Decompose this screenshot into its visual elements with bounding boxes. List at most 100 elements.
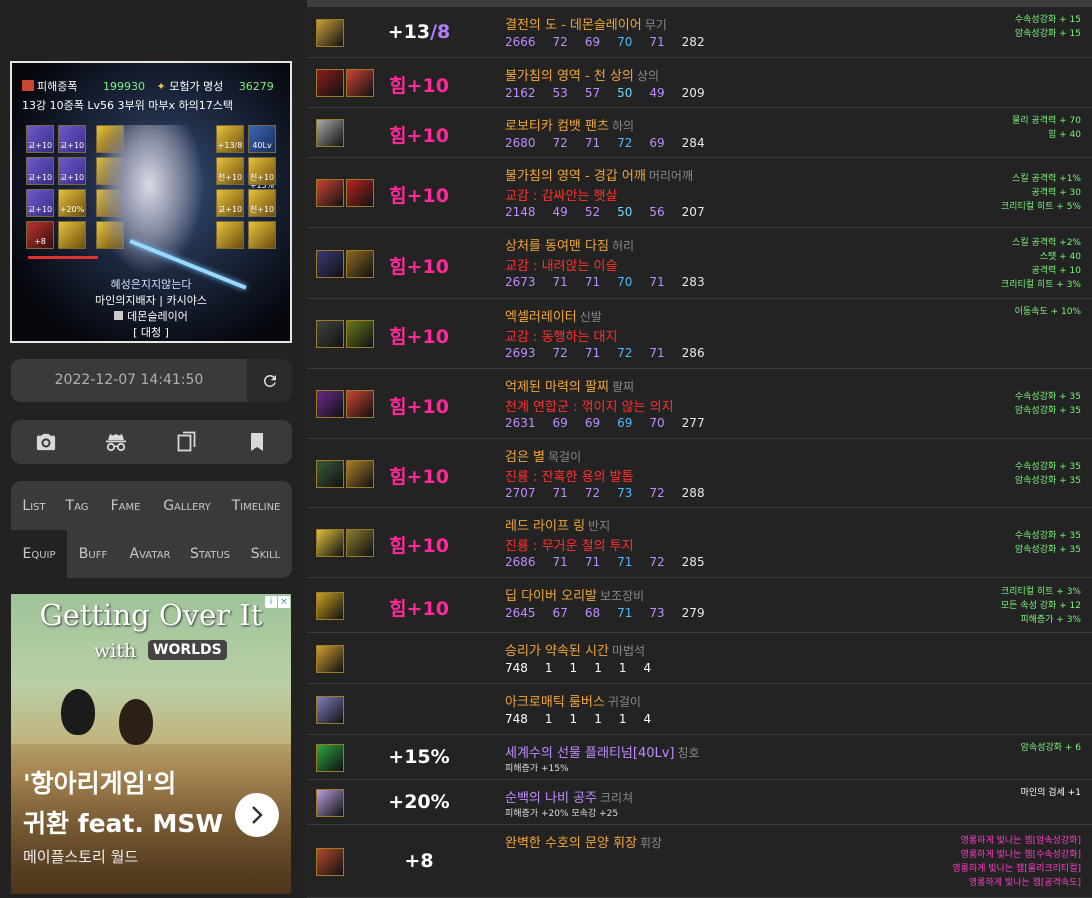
item-name[interactable]: 엑셀러레이터 (505, 310, 577, 325)
item-stats: 2645 67 68 71 73 279 (505, 606, 722, 620)
character-slot[interactable]: 진+10 (248, 157, 276, 185)
character-slot[interactable] (248, 221, 276, 249)
item-name-line[interactable]: 레드 라이프 링 반지 (505, 515, 610, 534)
item-stat-value: 70 (617, 35, 633, 49)
equip-row[interactable]: 승리가 약속된 시간 마법석 748 1 1 1 1 4 (307, 633, 1092, 684)
refresh-button[interactable] (247, 359, 292, 402)
tab-gallery[interactable]: Gallery (154, 482, 220, 530)
character-slot[interactable] (216, 221, 244, 249)
equip-row[interactable]: 아크로매틱 룸버스 귀걸이 748 1 1 1 1 4 (307, 684, 1092, 735)
character-slot[interactable]: 진+10 (248, 189, 276, 217)
tab-tag[interactable]: Tag (57, 482, 97, 530)
character-slot[interactable]: +20% (58, 189, 86, 217)
equip-row[interactable]: 힘+10 로보티카 컴뱃 팬츠 하의 2680 72 71 72 69 284 물리 공격력 + … (307, 108, 1092, 158)
character-slot[interactable]: 교+10 (216, 189, 244, 217)
item-name[interactable]: 완벽한 수호의 문양 휘장 (505, 836, 637, 851)
copy-button[interactable] (152, 420, 222, 464)
item-name[interactable]: 불가침의 영역 - 천 상의 (505, 69, 634, 84)
equip-row[interactable]: 힘+10 레드 라이프 링 반지 진룡 : 무거운 철의 투지 2686 71 71 71 72… (307, 508, 1092, 578)
equip-row[interactable]: 힘+10 불가침의 영역 - 천 상의 상의 2162 53 57 50 49 209 (307, 58, 1092, 108)
character-slot[interactable]: 교+10 (26, 125, 54, 153)
equip-row[interactable]: +20% 순백의 나비 공주 크리쳐 피해증가 +20% 모속강 +25 마인의 검세 … (307, 780, 1092, 825)
tab-timeline[interactable]: Timeline (220, 482, 292, 530)
character-slot[interactable]: 교+10 (26, 157, 54, 185)
item-type: 귀걸이 (607, 695, 641, 709)
incognito-button[interactable] (81, 420, 151, 464)
ad-info-icon[interactable]: i (265, 596, 277, 608)
item-name[interactable]: 검은 별 (505, 450, 545, 465)
item-name-line[interactable]: 완벽한 수호의 문양 휘장 휘장 (505, 832, 662, 851)
item-name-line[interactable]: 엑셀러레이터 신발 (505, 306, 602, 325)
character-slot[interactable]: +13/8 (216, 125, 244, 153)
camera-button[interactable] (11, 420, 81, 464)
equip-row[interactable]: +13/8 결전의 도 - 데몬슬레이어 무기 2666 72 69 70 71 282 수속성강… (307, 7, 1092, 58)
item-bonus-option: 수속성강화 + 35 (1014, 531, 1081, 541)
advertisement[interactable]: Getting Over It with WORLDS '항아리게임'의 귀환 … (11, 594, 291, 894)
equip-row[interactable]: 힘+10 상처를 동여맨 다짐 허리 교감 : 내려앉는 이슬 2673 71 71 70 71… (307, 228, 1092, 299)
item-name[interactable]: 레드 라이프 링 (505, 519, 585, 534)
tab-avatar[interactable]: Avatar (119, 530, 181, 578)
item-type: 신발 (579, 310, 602, 324)
item-icon (316, 789, 344, 817)
item-name[interactable]: 세계수의 선물 플래티넘 (505, 746, 633, 761)
character-slot[interactable] (58, 221, 86, 249)
ad-pot-figure-2 (119, 699, 153, 745)
refresh-icon (263, 374, 276, 387)
item-name[interactable]: 상처를 동여맨 다짐 (505, 239, 609, 254)
character-slot[interactable]: +8 (26, 221, 54, 249)
tab-status[interactable]: Status (181, 530, 239, 578)
item-name-line[interactable]: 승리가 약속된 시간 마법석 (505, 640, 645, 659)
item-name-line[interactable]: 불가침의 영역 - 천 상의 상의 (505, 65, 659, 84)
item-name[interactable]: 결전의 도 - 데몬슬레이어 (505, 18, 642, 33)
character-summary: 13강 10증폭 Lv56 3부위 마부x 하의17스택 (22, 99, 233, 112)
bookmark-button[interactable] (222, 420, 292, 464)
item-name[interactable]: 불가침의 영역 - 경갑 어깨 (505, 169, 646, 184)
item-stat-value: 71 (649, 275, 665, 289)
equip-row[interactable]: 힘+10 검은 별 목걸이 진룡 : 잔혹한 용의 발톱 2707 71 72 73 72 288… (307, 439, 1092, 508)
fame-value: 36279 (238, 80, 274, 93)
item-name[interactable]: 승리가 약속된 시간 (505, 644, 609, 659)
tab-buff[interactable]: Buff (67, 530, 119, 578)
item-name[interactable]: 억제된 마력의 팔찌 (505, 380, 609, 395)
equip-row[interactable]: 힘+10 불가침의 영역 - 경갑 어깨 머리어깨 교감 : 감싸안는 햇살 2148 4… (307, 158, 1092, 228)
item-bonus-options: 크리티컬 히트 + 3% 모든 속성 강화 + 12 피해증가 + 3% (1001, 585, 1081, 627)
item-name-line[interactable]: 억제된 마력의 팔찌 팔찌 (505, 376, 634, 395)
ad-close-icon[interactable]: × (278, 596, 290, 608)
item-type: 팔찌 (611, 380, 635, 394)
table-top-strip (307, 0, 1092, 7)
item-name-line[interactable]: 불가침의 영역 - 경갑 어깨 머리어깨 (505, 165, 693, 184)
item-name-line[interactable]: 순백의 나비 공주 크리쳐 (505, 787, 633, 806)
item-name-line[interactable]: 결전의 도 - 데몬슬레이어 무기 (505, 14, 667, 33)
character-slot[interactable]: 천+10 (216, 157, 244, 185)
item-bonus: +20% (388, 791, 450, 813)
tab-equip[interactable]: Equip (11, 530, 67, 578)
item-bonus-option: 마인의 검세 +1 (1020, 788, 1081, 798)
tab-list[interactable]: List (11, 482, 57, 530)
character-slot[interactable]: 40Lv +15% (248, 125, 276, 190)
item-name[interactable]: 순백의 나비 공주 (505, 791, 597, 806)
tab-skill[interactable]: Skill (239, 530, 292, 578)
ad-next-button[interactable] (235, 793, 279, 837)
item-set-option: 진룡 : 무거운 철의 투지 (505, 539, 634, 554)
item-enhance: 힘+10 (369, 252, 469, 279)
item-name[interactable]: 로보티카 컴뱃 팬츠 (505, 119, 609, 134)
tab-fame[interactable]: Fame (97, 482, 154, 530)
character-card[interactable]: 피해증폭 199930 ✦ 모험가 명성 36279 13강 10증폭 Lv56… (10, 61, 292, 343)
item-stats: 2680 72 71 72 69 284 (505, 136, 722, 150)
equip-row[interactable]: 힘+10 딥 다이버 오리발 보조장비 2645 67 68 71 73 279 크리티컬 히트 … (307, 578, 1092, 633)
character-slot[interactable]: 교+10 (58, 157, 86, 185)
equip-row[interactable]: 힘+10 억제된 마력의 팔찌 팔찌 천계 연합군 : 꺾이지 않는 의지 2631 69… (307, 369, 1092, 439)
item-name-line[interactable]: 딥 다이버 오리발 보조장비 (505, 585, 644, 604)
equip-row[interactable]: +8 완벽한 수호의 문양 휘장 휘장 영롱하게 빛나는 젬[암속성강화] 영롱하게 빛… (307, 825, 1092, 898)
character-slot[interactable]: 교+10 (26, 189, 54, 217)
equip-row[interactable]: +15% 세계수의 선물 플래티넘[40Lv] 칭호 피해증가 +15% 암속성강화 +… (307, 735, 1092, 780)
item-name-line[interactable]: 검은 별 목걸이 (505, 446, 581, 465)
item-name-line[interactable]: 세계수의 선물 플래티넘[40Lv] 칭호 (505, 742, 700, 761)
item-name-line[interactable]: 상처를 동여맨 다짐 허리 (505, 235, 634, 254)
item-name[interactable]: 딥 다이버 오리발 (505, 589, 597, 604)
character-slot[interactable]: 교+10 (58, 125, 86, 153)
item-name[interactable]: 아크로매틱 룸버스 (505, 695, 605, 710)
item-name-line[interactable]: 로보티카 컴뱃 팬츠 하의 (505, 115, 634, 134)
item-name-line[interactable]: 아크로매틱 룸버스 귀걸이 (505, 691, 641, 710)
equip-row[interactable]: 힘+10 엑셀러레이터 신발 교감 : 동행하는 대지 2693 72 71 72 71 286 이… (307, 299, 1092, 369)
